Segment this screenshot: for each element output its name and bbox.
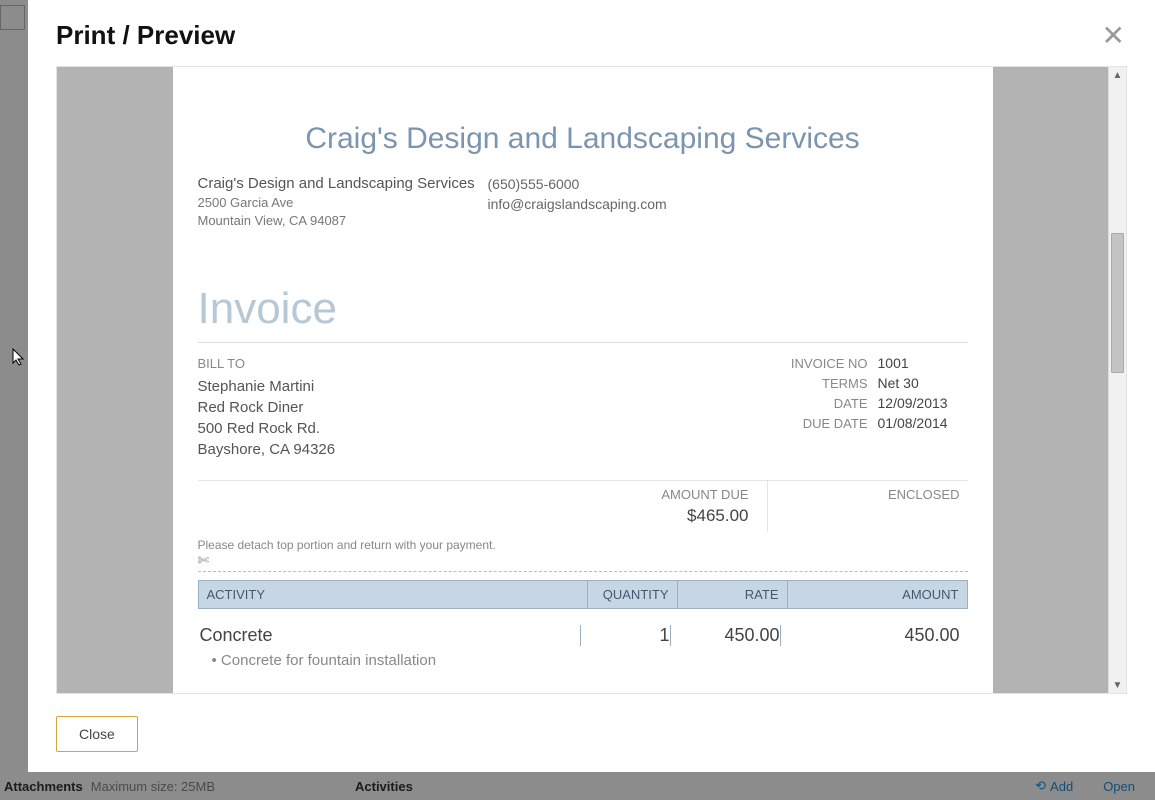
invoice-meta: INVOICE NO1001 TERMSNet 30 DATE12/09/201… (768, 355, 968, 459)
document-title: Invoice (198, 284, 968, 334)
modal-header: Print / Preview ✕ (56, 20, 1127, 52)
close-icon[interactable]: ✕ (1100, 20, 1127, 52)
preview-scrollbar[interactable]: ▲ ▼ (1108, 67, 1126, 693)
table-row: Pump 1 15.00 15.00 (198, 679, 968, 693)
bill-to-block: BILL TO Stephanie Martini Red Rock Diner… (198, 355, 768, 459)
company-address: Craig's Design and Landscaping Services … (198, 174, 488, 229)
detach-note: Please detach top portion and return wit… (198, 538, 968, 552)
table-row: Concrete 1 450.00 450.00 (198, 609, 968, 650)
scissor-icon: ✄ (198, 552, 968, 569)
print-preview-modal: Print / Preview ✕ Craig's Design and Lan… (28, 0, 1155, 772)
cursor-icon (12, 348, 26, 366)
preview-container: Craig's Design and Landscaping Services … (56, 66, 1127, 694)
scroll-thumb[interactable] (1111, 233, 1124, 373)
preview-scroll-area[interactable]: Craig's Design and Landscaping Services … (57, 67, 1108, 693)
amount-due-row: AMOUNT DUE $465.00 ENCLOSED (198, 480, 968, 532)
modal-title: Print / Preview (56, 20, 235, 51)
line-items-body: Concrete 1 450.00 450.00 • Concrete for … (198, 609, 968, 693)
scroll-track[interactable] (1109, 83, 1126, 677)
scroll-down-icon[interactable]: ▼ (1109, 677, 1126, 693)
line-items-header: ACTIVITY QUANTITY RATE AMOUNT (198, 580, 968, 609)
line-desc: • Concrete for fountain installation (198, 650, 968, 679)
company-contact: (650)555-6000 info@craigslandscaping.com (488, 174, 667, 229)
company-title: Craig's Design and Landscaping Services (198, 122, 968, 156)
invoice-page: Craig's Design and Landscaping Services … (173, 67, 993, 693)
close-button[interactable]: Close (56, 716, 138, 752)
scroll-up-icon[interactable]: ▲ (1109, 67, 1126, 83)
